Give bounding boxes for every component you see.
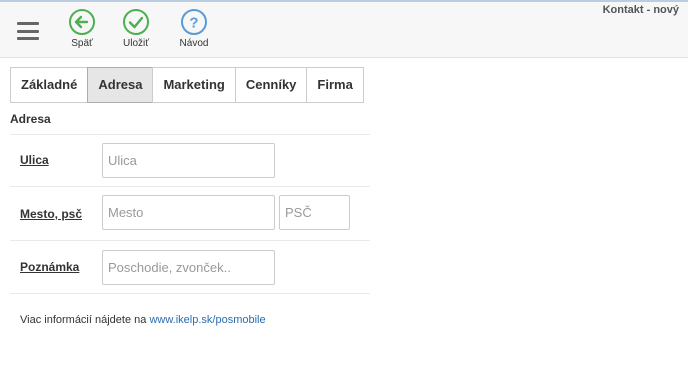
tab-cenniky[interactable]: Cenníky xyxy=(234,67,308,103)
save-label: Uložiť xyxy=(123,38,149,49)
street-label: Ulica xyxy=(20,153,49,167)
back-label: Späť xyxy=(71,38,93,49)
tab-adresa[interactable]: Adresa xyxy=(87,67,154,103)
tab-firma[interactable]: Firma xyxy=(306,67,364,103)
zip-input[interactable] xyxy=(279,195,350,230)
note-input[interactable] xyxy=(102,250,275,285)
help-circle-icon: ? xyxy=(181,9,207,35)
posmobile-link[interactable]: www.ikelp.sk/posmobile xyxy=(149,314,265,326)
info-text-line: Viac informácií nájdete na www.ikelp.sk/… xyxy=(20,314,266,326)
window-title: Kontakt - nový xyxy=(602,4,679,16)
note-label: Poznámka xyxy=(20,260,80,274)
top-toolbar: Späť Uložiť ? Návod Kontakt - nový xyxy=(0,0,688,58)
tab-bar: Základné Adresa Marketing Cenníky Firma xyxy=(10,67,364,103)
tab-zakladne[interactable]: Základné xyxy=(10,67,89,103)
arrow-left-circle-icon xyxy=(69,9,95,35)
street-input[interactable] xyxy=(102,143,275,178)
help-button[interactable]: ? Návod xyxy=(169,8,219,49)
info-text: Viac informácií nájdete na xyxy=(20,314,147,326)
divider xyxy=(10,134,370,135)
svg-text:?: ? xyxy=(189,15,198,32)
menu-icon[interactable] xyxy=(17,22,39,40)
check-circle-icon xyxy=(123,9,149,35)
tab-marketing[interactable]: Marketing xyxy=(152,67,236,103)
divider xyxy=(10,186,370,187)
back-button[interactable]: Späť xyxy=(57,8,107,49)
city-label: Mesto, psč xyxy=(20,207,83,221)
help-label: Návod xyxy=(179,38,209,49)
section-title: Adresa xyxy=(10,112,51,126)
city-input[interactable] xyxy=(102,195,275,230)
divider xyxy=(10,293,370,294)
save-button[interactable]: Uložiť xyxy=(111,8,161,49)
divider xyxy=(10,240,370,241)
